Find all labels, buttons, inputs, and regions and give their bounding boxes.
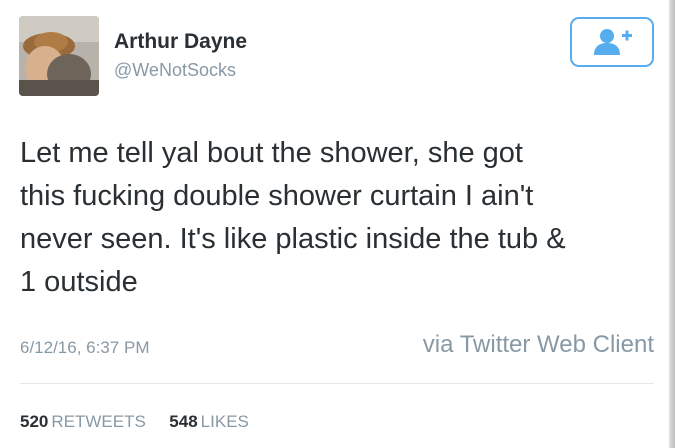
divider xyxy=(20,383,654,384)
window-edge xyxy=(669,0,675,448)
retweets-label: RETWEETS xyxy=(51,412,146,431)
tweet-card: Arthur Dayne @WeNotSocks Let me tell yal… xyxy=(0,0,675,448)
tweet-timestamp[interactable]: 6/12/16, 6:37 PM xyxy=(20,338,149,358)
likes-count: 548 xyxy=(169,412,198,431)
tweet-source: via Twitter Web Client xyxy=(422,331,654,358)
likes-stat[interactable]: 548 LIKES xyxy=(169,412,249,431)
avatar-photo xyxy=(19,16,99,96)
display-name[interactable]: Arthur Dayne xyxy=(114,30,247,54)
retweets-count: 520 xyxy=(20,412,49,431)
follow-button[interactable] xyxy=(570,17,654,67)
retweets-stat[interactable]: 520 RETWEETS xyxy=(20,412,151,431)
likes-label: LIKES xyxy=(200,412,249,431)
avatar[interactable] xyxy=(19,16,99,96)
user-handle[interactable]: @WeNotSocks xyxy=(114,60,236,81)
tweet-text: Let me tell yal bout the shower, she got… xyxy=(20,137,566,298)
tweet-stats: 520 RETWEETS 548 LIKES xyxy=(20,412,249,432)
add-user-icon xyxy=(594,29,632,55)
